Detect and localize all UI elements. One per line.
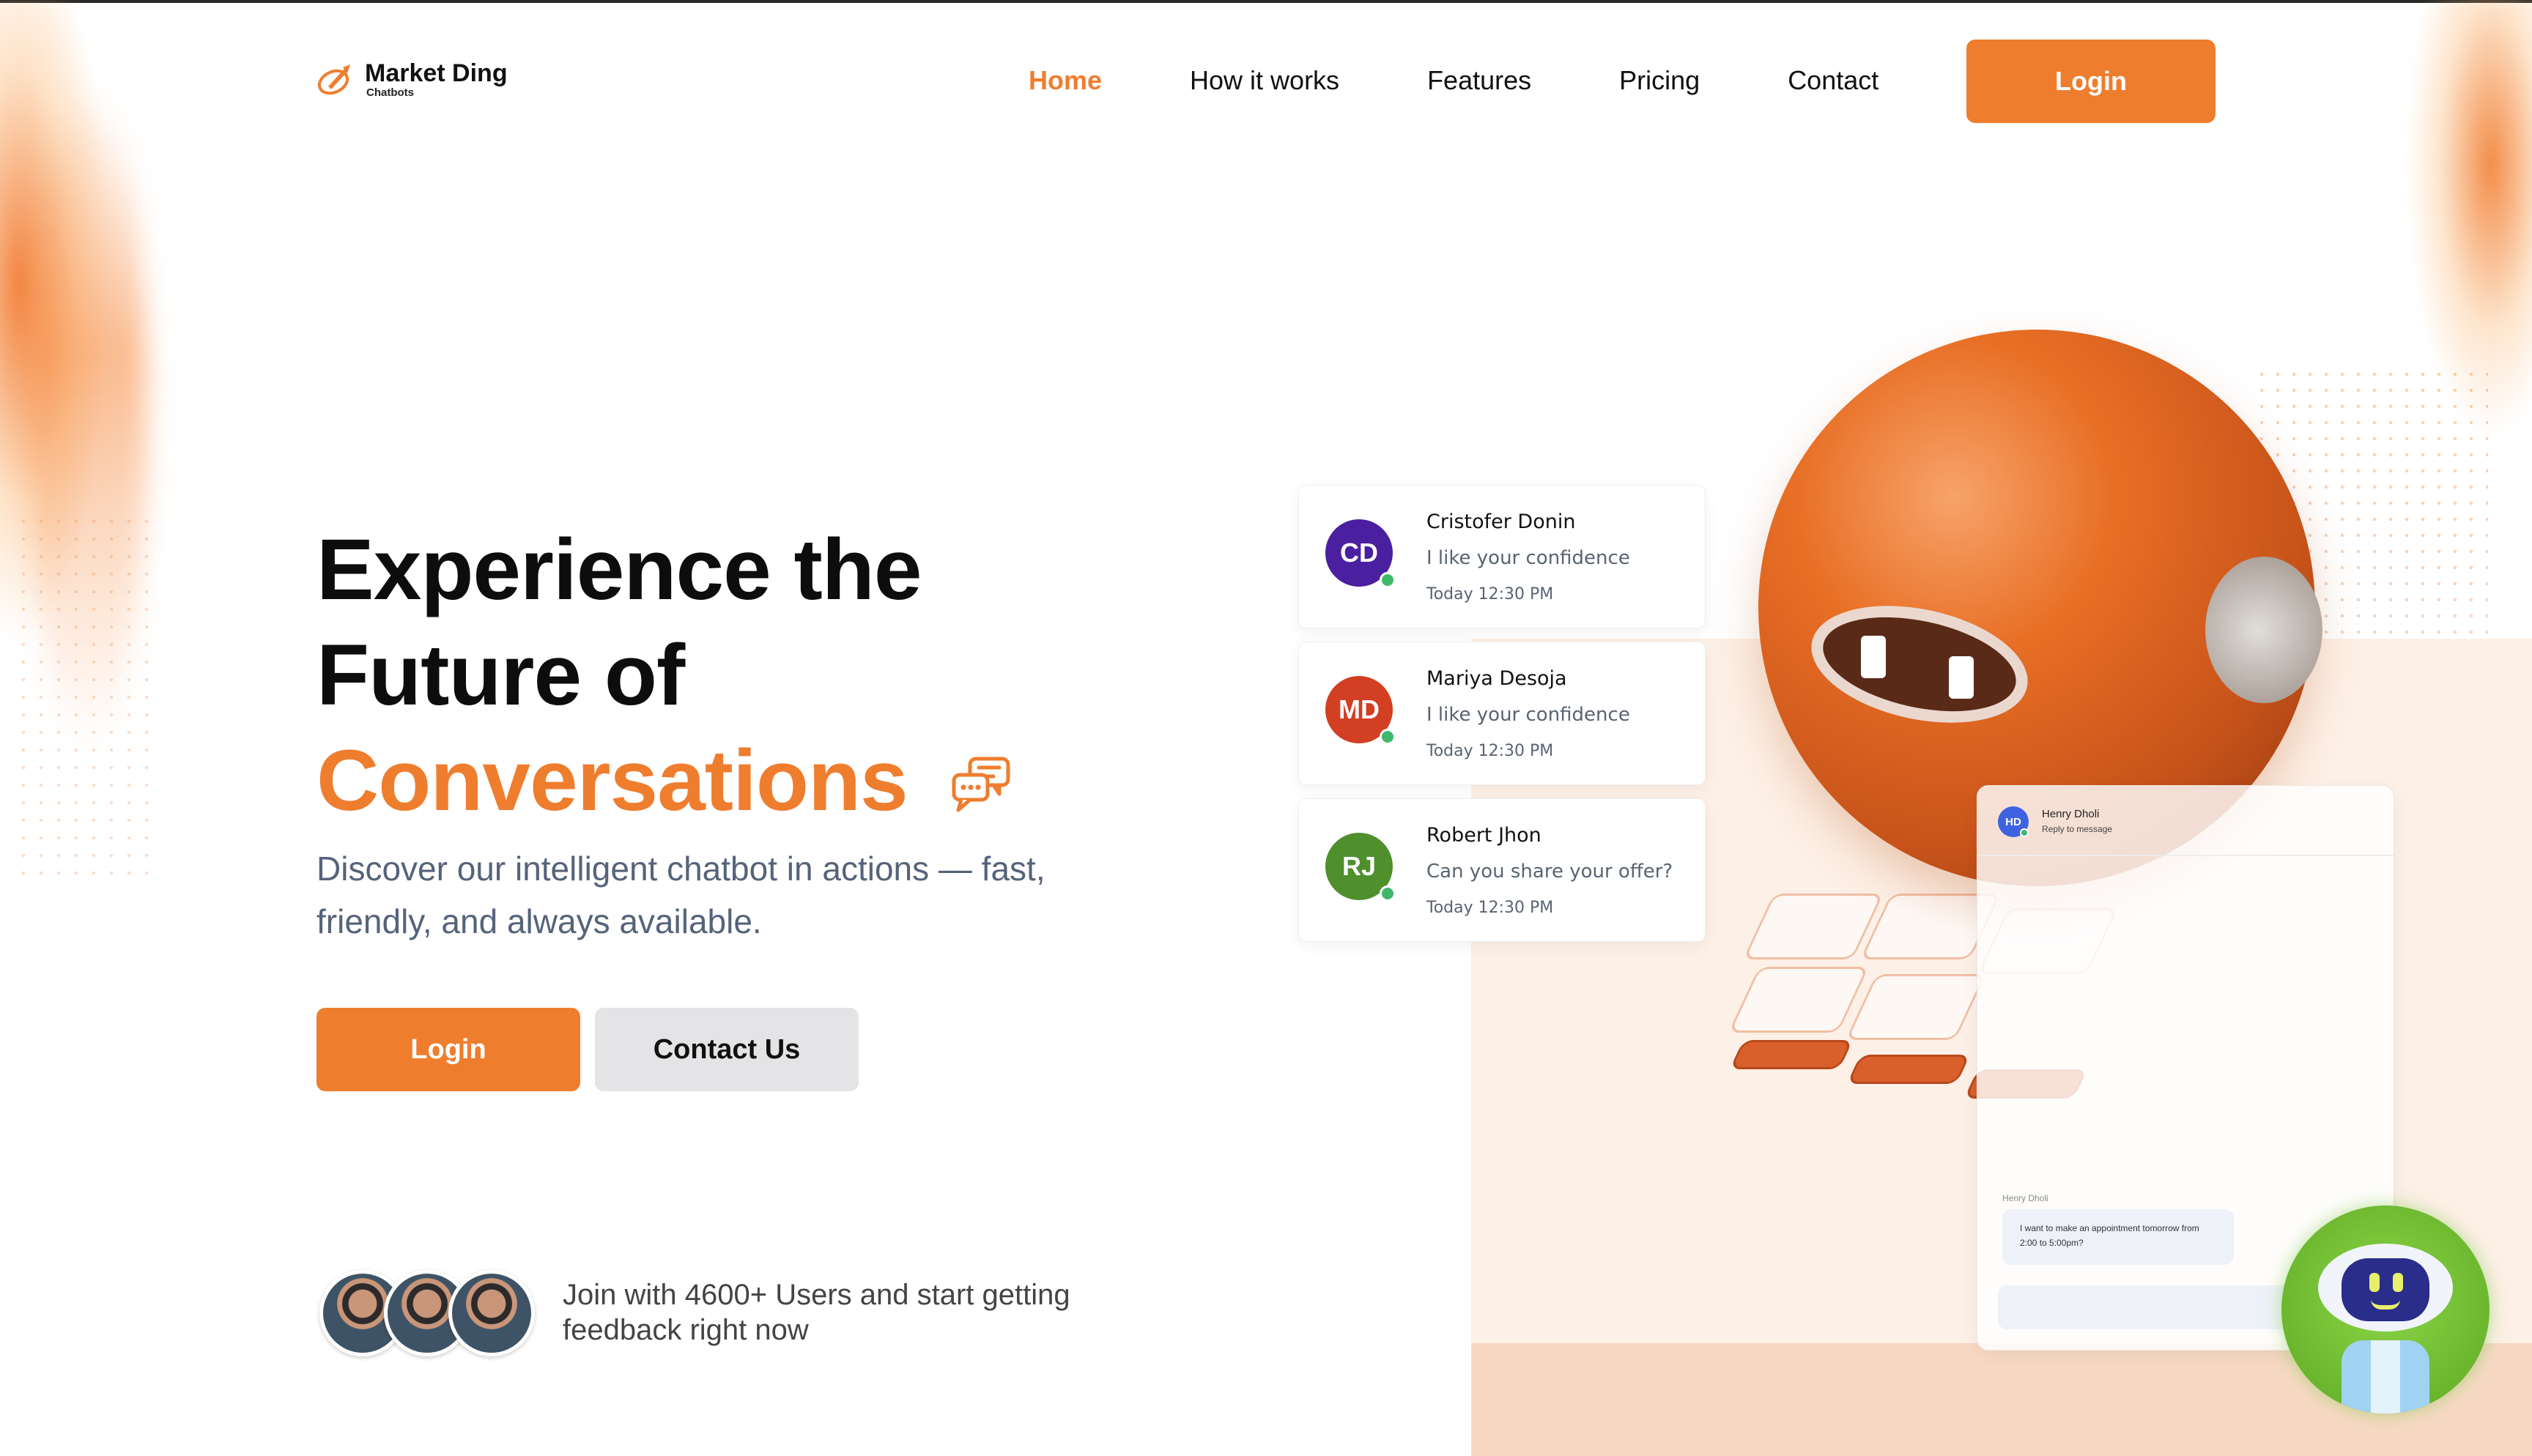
- brand-name: Market Ding: [365, 59, 508, 87]
- decorative-dots-left: [15, 513, 161, 879]
- chat-window-header: HD Henry Dholi Reply to message: [1977, 786, 2394, 856]
- nav-contact[interactable]: Contact: [1788, 63, 1878, 98]
- nav-features[interactable]: Features: [1427, 63, 1531, 98]
- message-text: I like your confidence: [1426, 704, 1630, 726]
- online-status-dot: [1380, 885, 1396, 902]
- robot-body-stripe: [2371, 1340, 2400, 1414]
- contact-us-button[interactable]: Contact Us: [595, 1008, 859, 1091]
- message-time: Today 12:30 PM: [1426, 742, 1554, 760]
- message-time: Today 12:30 PM: [1426, 585, 1554, 603]
- user-avatars: [319, 1270, 535, 1356]
- decorative-tile: [1729, 1040, 1854, 1069]
- robot-eye: [2393, 1273, 2403, 1292]
- hero-title-line1: Experience the: [316, 521, 922, 618]
- online-status-dot: [2020, 828, 2029, 837]
- chat-bubbles-icon: [952, 757, 1010, 812]
- message-sender: Robert Jhon: [1426, 824, 1541, 847]
- hero-title: Experience the Future of Conversations: [316, 517, 922, 833]
- chat-message-sender: Henry Dholi: [2002, 1193, 2048, 1203]
- main-nav: Home How it works Features Pricing Conta…: [1029, 63, 1878, 98]
- social-proof-text: Join with 4600+ Users and start getting …: [563, 1279, 1070, 1346]
- message-card[interactable]: CD Cristofer Donin I like your confidenc…: [1298, 485, 1706, 628]
- rocket-circle-icon: [317, 64, 350, 95]
- chat-message-bubble: I want to make an appointment tomorrow f…: [2002, 1209, 2234, 1265]
- online-status-dot: [1380, 729, 1396, 745]
- robot-eye: [1861, 636, 1886, 678]
- message-sender: Cristofer Donin: [1426, 510, 1576, 533]
- avatar: [448, 1270, 535, 1356]
- hero-login-button[interactable]: Login: [316, 1008, 580, 1091]
- message-text: I like your confidence: [1426, 547, 1630, 569]
- message-card[interactable]: MD Mariya Desoja I like your confidence …: [1298, 642, 1706, 785]
- message-time: Today 12:30 PM: [1426, 899, 1554, 917]
- robot-ear: [2205, 557, 2322, 703]
- hero-subtitle: Discover our intelligent chatbot in acti…: [316, 850, 1045, 940]
- window-top-border: [0, 0, 2532, 3]
- brand-logo[interactable]: Market Ding Chatbots: [315, 60, 508, 100]
- online-status-dot: [1380, 572, 1396, 588]
- robot-eye: [2369, 1273, 2380, 1292]
- chat-contact-name: Henry Dholi: [2042, 808, 2100, 820]
- decorative-tile: [1846, 1055, 1971, 1084]
- nav-pricing[interactable]: Pricing: [1619, 63, 1700, 98]
- header-login-button[interactable]: Login: [1966, 40, 2216, 123]
- robot-eye: [1949, 656, 1974, 699]
- hero-title-accent: Conversations: [316, 732, 908, 829]
- message-text: Can you share your offer?: [1426, 861, 1673, 883]
- chat-contact-status: Reply to message: [2042, 824, 2113, 834]
- message-card[interactable]: RJ Robert Jhon Can you share your offer?…: [1298, 798, 1706, 942]
- nav-home[interactable]: Home: [1029, 63, 1102, 98]
- chatbot-launcher-button[interactable]: [2281, 1206, 2490, 1414]
- robot-face: [2342, 1258, 2429, 1321]
- brand-tagline: Chatbots: [366, 86, 414, 100]
- message-sender: Mariya Desoja: [1426, 667, 1567, 690]
- nav-how-it-works[interactable]: How it works: [1190, 63, 1339, 98]
- hero-title-line2: Future of: [316, 627, 685, 724]
